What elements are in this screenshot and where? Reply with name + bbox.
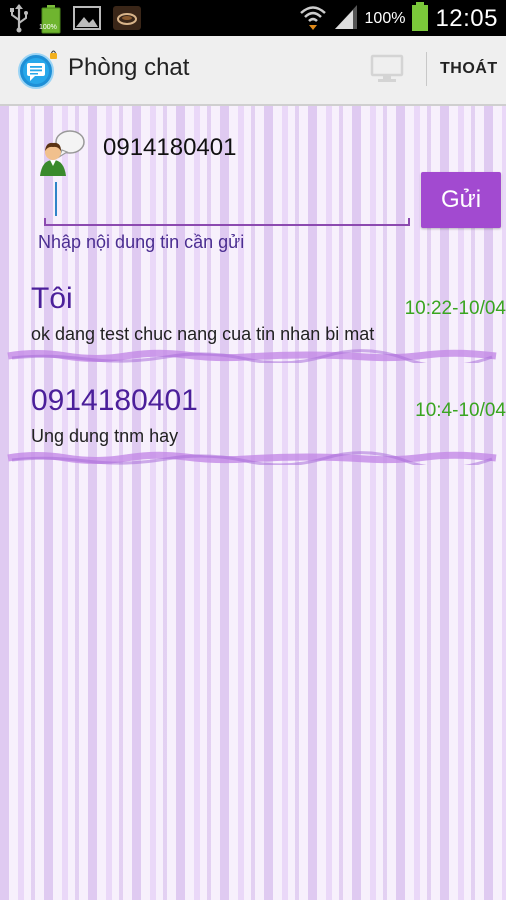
brush-divider — [6, 348, 500, 368]
list-item[interactable]: Tôi 10:22-10/04 ok dang test chuc nang c… — [0, 282, 506, 382]
wifi-icon — [299, 3, 327, 35]
status-bar-system: 100% 12:05 — [299, 2, 498, 36]
exit-button[interactable]: THOÁT — [440, 60, 498, 78]
send-button[interactable]: Gửi — [421, 172, 501, 228]
message-time: 10:22-10/04 — [404, 298, 506, 319]
gallery-icon — [72, 4, 102, 36]
chat-room: 0914180401 Nhập nội dung tin cần gửi Gửi… — [0, 106, 506, 900]
text-caret — [55, 182, 57, 216]
signal-icon — [333, 3, 359, 35]
usb-icon — [8, 3, 30, 37]
message-input[interactable] — [44, 178, 410, 226]
chat-app-icon[interactable] — [18, 50, 58, 94]
status-bar-notifications: 100% — [8, 3, 142, 37]
message-input-hint: Nhập nội dung tin cần gửi — [38, 232, 245, 252]
message-sender: Tôi — [31, 282, 73, 315]
battery-icon — [411, 2, 429, 36]
page-title: Phòng chat — [68, 54, 190, 81]
battery-status-label: 100% — [39, 24, 57, 31]
battery-percent: 100% — [364, 10, 406, 27]
message-sender: 0914180401 — [31, 384, 198, 417]
recipient-number: 0914180401 — [103, 134, 237, 161]
list-item[interactable]: 0914180401 10:4-10/04 Ung dung tnm hay — [0, 384, 506, 484]
message-text: ok dang test chuc nang cua tin nhan bi m… — [31, 324, 375, 344]
message-time: 10:4-10/04 — [415, 400, 506, 421]
battery-status-icon: 100% — [39, 5, 62, 35]
action-bar: Phòng chat THOÁT — [0, 36, 506, 106]
clock: 12:05 — [435, 5, 498, 32]
monitor-icon[interactable] — [370, 54, 404, 88]
status-bar: 100% 100% 12:05 — [0, 0, 506, 36]
brush-divider — [6, 450, 500, 470]
message-text: Ung dung tnm hay — [31, 426, 179, 446]
coffee-icon — [112, 4, 142, 36]
contact-avatar-icon[interactable] — [38, 128, 86, 182]
action-bar-divider — [426, 52, 427, 86]
